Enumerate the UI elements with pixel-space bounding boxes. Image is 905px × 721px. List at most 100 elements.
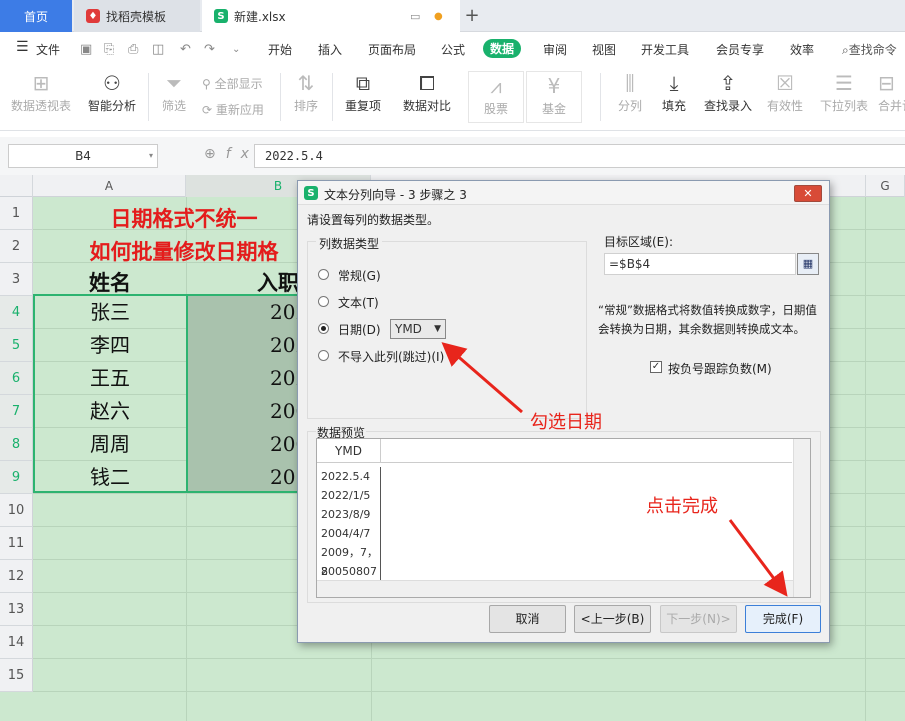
radio-text-label[interactable]: 文本(T) xyxy=(338,294,379,311)
column-header-g[interactable]: G xyxy=(865,175,905,197)
save-icon[interactable]: ▣ xyxy=(80,42,92,57)
new-tab-icon[interactable]: + xyxy=(462,5,482,26)
show-all-button[interactable]: ⚲ 全部显示 xyxy=(202,75,263,92)
radio-text[interactable] xyxy=(318,296,329,307)
data-preview[interactable]: YMD 2022.5.4 2022/1/5 2023/8/9 2004/4/7 2009… xyxy=(316,438,811,598)
undo-icon[interactable]: ↶ xyxy=(180,42,191,57)
row-header-11[interactable]: 11 xyxy=(0,527,33,560)
cancel-button[interactable]: 取消 xyxy=(489,605,566,633)
zoom-icon[interactable]: ⊕ xyxy=(204,146,226,162)
row-header-3[interactable]: 3 xyxy=(0,263,33,296)
duplicates-button[interactable]: ⧉ 重复项 xyxy=(338,69,388,114)
row-header-13[interactable]: 13 xyxy=(0,593,33,626)
date-format-select[interactable]: YMD ▼ xyxy=(390,319,446,339)
menu-data[interactable]: 数据 xyxy=(483,39,522,58)
reapply-label: 重新应用 xyxy=(215,103,264,117)
radio-skip[interactable] xyxy=(318,350,329,361)
negative-checkbox[interactable]: ✓ xyxy=(650,361,662,373)
sort-button[interactable]: ⇅ 排序 xyxy=(286,69,326,114)
select-all-corner[interactable] xyxy=(0,175,33,197)
data-compare-button[interactable]: ⧠ 数据对比 xyxy=(396,69,458,114)
radio-general-label[interactable]: 常规(G) xyxy=(338,267,381,284)
search-command[interactable]: ⌕查找命令 xyxy=(842,41,897,58)
row-header-15[interactable]: 15 xyxy=(0,659,33,692)
name-cell[interactable]: 张三 xyxy=(34,296,186,329)
preview-horizontal-scrollbar[interactable] xyxy=(317,580,793,597)
menu-efficiency[interactable]: 效率 xyxy=(790,41,814,58)
dropdown-list-button[interactable]: ☰ 下拉列表 xyxy=(818,69,870,114)
hamburger-icon[interactable]: ☰ xyxy=(16,39,29,55)
radio-date[interactable] xyxy=(318,323,329,334)
name-cell[interactable]: 赵六 xyxy=(34,395,186,428)
menu-file[interactable]: 文件 xyxy=(36,41,60,58)
radio-skip-label[interactable]: 不导入此列(跳过)(I) xyxy=(338,348,444,365)
name-cell[interactable]: 周周 xyxy=(34,428,186,461)
preview-row: 20050807 xyxy=(317,562,381,581)
validity-button[interactable]: ☒ 有效性 xyxy=(762,69,808,114)
menu-devtools[interactable]: 开发工具 xyxy=(641,41,689,58)
data-compare-icon: ⧠ xyxy=(419,71,435,95)
finish-button[interactable]: 完成(F) xyxy=(745,605,821,633)
lookup-entry-button[interactable]: ⇪ 查找录入 xyxy=(702,69,754,114)
name-cell[interactable]: 钱二 xyxy=(34,461,186,494)
filter-label: 筛选 xyxy=(161,99,186,113)
export-icon[interactable]: ⎘ xyxy=(104,42,114,57)
split-column-button[interactable]: ⫼ 分列 xyxy=(612,69,648,114)
preview-vertical-scrollbar[interactable] xyxy=(793,439,810,597)
tab-home[interactable]: 首页 xyxy=(0,0,72,32)
range-select-button[interactable]: ▦ xyxy=(797,253,819,275)
menu-insert[interactable]: 插入 xyxy=(318,41,342,58)
stock-button[interactable]: ⩘ 股票 xyxy=(468,71,524,123)
menu-formula[interactable]: 公式 xyxy=(441,41,465,58)
radio-general[interactable] xyxy=(318,269,329,280)
menu-review[interactable]: 审阅 xyxy=(543,41,567,58)
fill-button[interactable]: ⤓ 填充 xyxy=(656,69,692,114)
filter-button[interactable]: ⏷ 筛选 xyxy=(154,69,194,114)
row-header-6[interactable]: 6 xyxy=(0,362,33,395)
pivot-table-button[interactable]: ⊞ 数据透视表 xyxy=(8,69,74,114)
row-header-5[interactable]: 5 xyxy=(0,329,33,362)
reapply-button[interactable]: ⟳ 重新应用 xyxy=(202,101,264,118)
merge-calc-button[interactable]: ⊟ 合并计 xyxy=(878,69,905,114)
name-box[interactable]: B4 ▾ xyxy=(8,144,158,168)
next-step-button[interactable]: 下一步(N)> xyxy=(660,605,737,633)
check-icon: ✓ xyxy=(651,361,661,372)
negative-checkbox-label[interactable]: 按负号跟踪负数(M) xyxy=(668,360,772,377)
menu-start[interactable]: 开始 xyxy=(268,41,292,58)
menu-member[interactable]: 会员专享 xyxy=(716,41,764,58)
unsaved-dot-icon: ● xyxy=(434,10,443,22)
target-area-input[interactable]: =$B$4 xyxy=(604,253,796,275)
name-cell[interactable]: 李四 xyxy=(34,329,186,362)
preview-column-header[interactable]: YMD xyxy=(317,439,381,463)
column-header-a[interactable]: A xyxy=(33,175,186,197)
name-cell[interactable]: 王五 xyxy=(34,362,186,395)
row-header-7[interactable]: 7 xyxy=(0,395,33,428)
row-header-10[interactable]: 10 xyxy=(0,494,33,527)
formula-input[interactable]: 2022.5.4 xyxy=(254,144,905,168)
row-header-14[interactable]: 14 xyxy=(0,626,33,659)
tab-file[interactable]: S 新建.xlsx ▭ ● xyxy=(202,0,460,32)
row-header-2[interactable]: 2 xyxy=(0,230,33,263)
target-area-label: 目标区域(E): xyxy=(604,235,673,249)
gridline xyxy=(33,658,905,659)
menu-view[interactable]: 视图 xyxy=(592,41,616,58)
chevron-down-icon[interactable]: ⌄ xyxy=(232,44,240,55)
preview-icon[interactable]: ◫ xyxy=(152,42,164,57)
print-icon[interactable]: ⎙ xyxy=(128,42,138,57)
close-button[interactable]: ✕ xyxy=(794,185,822,202)
tab-template[interactable]: ♦ 找稻壳模板 xyxy=(74,0,200,32)
name-box-value: B4 xyxy=(75,149,91,163)
smart-analysis-button[interactable]: ⚇ 智能分析 xyxy=(84,69,140,114)
row-header-12[interactable]: 12 xyxy=(0,560,33,593)
fund-button[interactable]: ¥ 基金 xyxy=(526,71,582,123)
row-header-8[interactable]: 8 xyxy=(0,428,33,461)
close-icon: ✕ xyxy=(803,187,813,200)
redo-icon[interactable]: ↷ xyxy=(204,42,215,57)
monitor-icon[interactable]: ▭ xyxy=(410,10,420,23)
row-header-4[interactable]: 4 xyxy=(0,296,33,329)
row-header-1[interactable]: 1 xyxy=(0,197,33,230)
radio-date-label[interactable]: 日期(D) xyxy=(338,321,381,338)
row-header-9[interactable]: 9 xyxy=(0,461,33,494)
previous-step-button[interactable]: <上一步(B) xyxy=(574,605,651,633)
menu-layout[interactable]: 页面布局 xyxy=(368,41,416,58)
